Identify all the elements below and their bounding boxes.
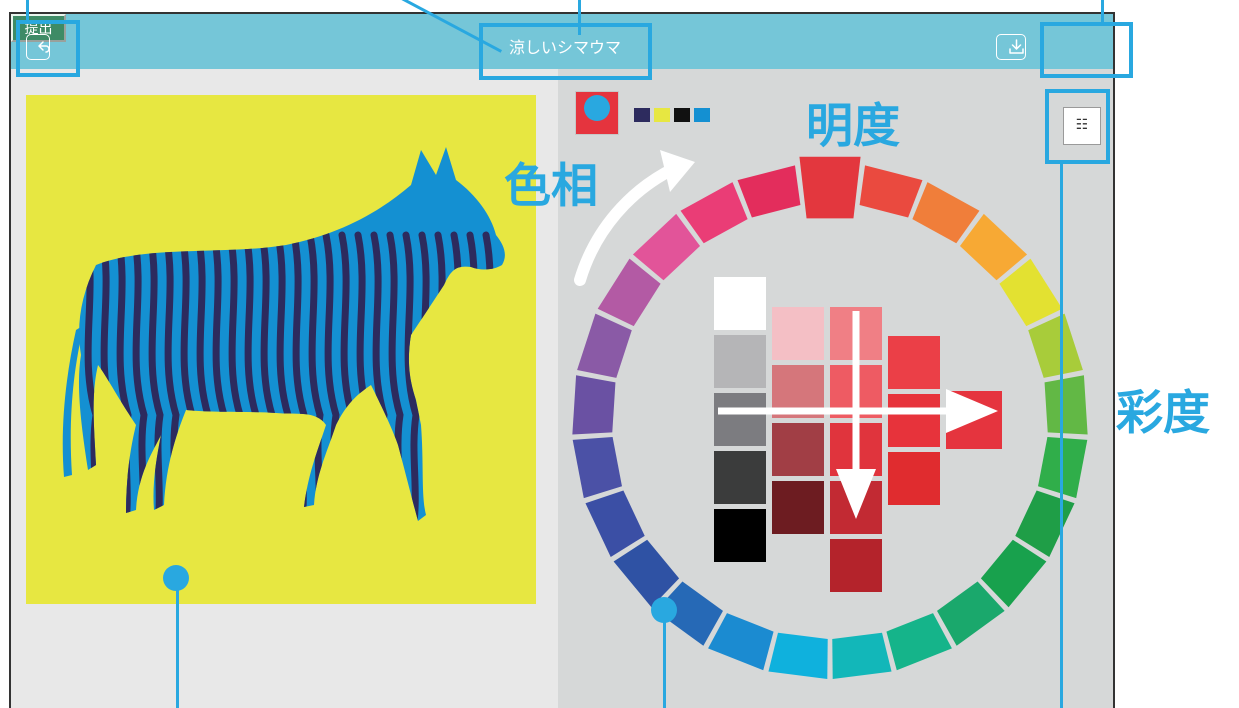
gray-swatch[interactable] bbox=[714, 393, 766, 446]
annotation-line bbox=[663, 614, 666, 708]
menu-button-highlight bbox=[1045, 89, 1110, 164]
preview-panel bbox=[11, 69, 558, 708]
hue-segment[interactable] bbox=[708, 613, 774, 671]
back-button-highlight bbox=[16, 20, 80, 77]
saturation-swatch[interactable] bbox=[888, 336, 940, 389]
zebra-stripe bbox=[434, 231, 452, 521]
brightness-label: 明度 bbox=[806, 99, 900, 154]
zebra-stripe bbox=[482, 231, 500, 521]
annotation-dot bbox=[651, 597, 677, 623]
palette-swatch-2[interactable] bbox=[654, 108, 670, 122]
hue-segment[interactable] bbox=[768, 632, 828, 679]
hue-segment[interactable] bbox=[886, 613, 952, 671]
hue-segment[interactable] bbox=[585, 490, 645, 557]
title-highlight bbox=[479, 23, 652, 80]
hue-segment[interactable] bbox=[832, 632, 892, 679]
tint-swatch[interactable] bbox=[772, 423, 824, 476]
palette-swatch-4[interactable] bbox=[694, 108, 710, 122]
annotation-line bbox=[176, 584, 179, 708]
gray-swatch[interactable] bbox=[714, 277, 766, 330]
zebra-illustration bbox=[62, 147, 505, 521]
zebra-stripe bbox=[466, 231, 484, 521]
gray-swatch[interactable] bbox=[714, 335, 766, 388]
annotation-dot bbox=[163, 565, 189, 591]
gray-swatch[interactable] bbox=[714, 509, 766, 562]
download-button[interactable] bbox=[996, 34, 1026, 60]
annotation-line bbox=[578, 0, 581, 35]
hue-segment[interactable] bbox=[1028, 313, 1083, 378]
hue-segment[interactable] bbox=[1015, 490, 1075, 557]
hue-segment[interactable] bbox=[799, 156, 861, 219]
saturation-label: 彩度 bbox=[1116, 386, 1210, 441]
tint-swatch[interactable] bbox=[772, 481, 824, 534]
shade-swatch[interactable] bbox=[830, 539, 882, 592]
drawing-canvas[interactable] bbox=[26, 95, 536, 604]
hue-segment[interactable] bbox=[572, 436, 622, 499]
hue-segment[interactable] bbox=[1044, 375, 1088, 435]
saturation-swatch[interactable] bbox=[888, 394, 940, 447]
saturation-swatch[interactable] bbox=[888, 452, 940, 505]
download-icon bbox=[1009, 39, 1024, 54]
hue-segment[interactable] bbox=[572, 375, 616, 435]
annotation-line bbox=[1101, 0, 1104, 23]
hue-segment[interactable] bbox=[859, 165, 923, 218]
hue-segment[interactable] bbox=[577, 313, 632, 378]
hue-segment[interactable] bbox=[737, 165, 801, 218]
annotation-line bbox=[1060, 164, 1063, 708]
submit-button-highlight bbox=[1040, 22, 1133, 78]
gray-swatch[interactable] bbox=[714, 451, 766, 504]
tint-swatch[interactable] bbox=[772, 307, 824, 360]
annotation-line bbox=[26, 0, 29, 21]
hue-arrow bbox=[574, 150, 695, 286]
palette-swatch-1[interactable] bbox=[634, 108, 650, 122]
annotation-dot bbox=[584, 95, 610, 121]
palette-swatch-3[interactable] bbox=[674, 108, 690, 122]
zebra-stripe bbox=[450, 231, 468, 521]
